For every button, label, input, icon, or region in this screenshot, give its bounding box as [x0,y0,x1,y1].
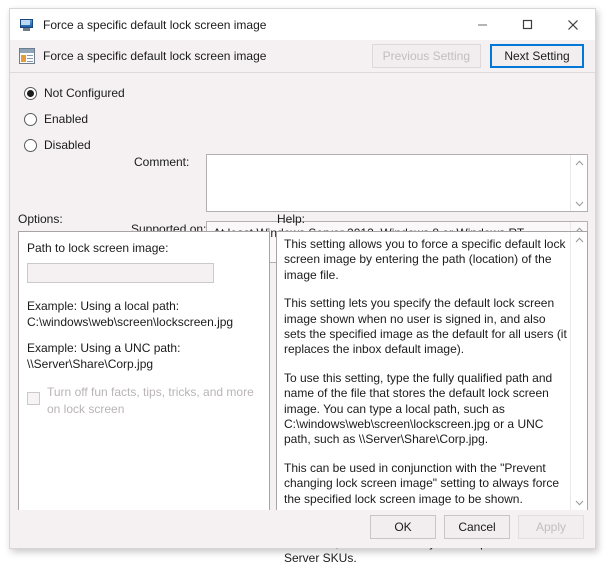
title-bar: Force a specific default lock screen ima… [10,9,595,40]
help-scrollbar[interactable] [570,232,587,510]
turn-off-fun-facts-checkbox[interactable]: Turn off fun facts, tips, tricks, and mo… [27,384,263,418]
help-paragraph: This can be used in conjunction with the… [284,461,567,507]
options-section-label: Options: [18,212,63,226]
radio-enabled[interactable]: Enabled [24,108,125,130]
help-paragraph: To use this setting, type the fully qual… [284,371,567,448]
example-unc-path: Example: Using a UNC path: \\Server\Shar… [27,340,180,372]
checkbox-indicator [27,392,40,405]
dialog-buttons: OK Cancel Apply [370,515,584,539]
radio-label: Enabled [44,112,88,126]
help-paragraph: This setting lets you specify the defaul… [284,296,567,358]
radio-not-configured[interactable]: Not Configured [24,82,125,104]
radio-indicator [24,113,37,126]
monitor-policy-icon [19,17,35,33]
state-and-comment-area: Not Configured Enabled Disabled Comment: [10,73,595,189]
options-panel: Path to lock screen image: Example: Usin… [18,231,270,511]
radio-indicator [24,87,37,100]
policy-state-radio-group: Not Configured Enabled Disabled [24,82,125,160]
radio-label: Disabled [44,138,91,152]
ok-button[interactable]: OK [370,515,436,539]
minimize-icon[interactable] [460,9,505,40]
radio-indicator [24,139,37,152]
scroll-up-icon[interactable] [571,155,587,170]
example-unc-path-value: \\Server\Share\Corp.jpg [27,356,180,372]
example-unc-path-title: Example: Using a UNC path: [27,340,180,356]
apply-button[interactable]: Apply [518,515,584,539]
scroll-down-icon[interactable] [571,495,587,510]
next-setting-button[interactable]: Next Setting [490,44,584,68]
example-local-path-title: Example: Using a local path: [27,298,233,314]
dialog-footer: OK Cancel Apply [10,510,595,548]
comment-scrollbar[interactable] [570,155,587,211]
help-panel[interactable]: This setting allows you to force a speci… [276,231,588,511]
radio-disabled[interactable]: Disabled [24,134,125,156]
path-to-lock-screen-image-input[interactable] [27,263,214,283]
cancel-button[interactable]: Cancel [444,515,510,539]
window-title: Force a specific default lock screen ima… [43,18,266,32]
scroll-down-icon[interactable] [571,196,587,211]
radio-label: Not Configured [44,86,125,100]
example-local-path-value: C:\windows\web\screen\lockscreen.jpg [27,314,233,330]
window-controls [460,9,595,40]
maximize-icon[interactable] [505,9,550,40]
path-to-lock-screen-image-label: Path to lock screen image: [27,241,168,255]
scroll-up-icon[interactable] [571,232,587,247]
setting-header: Force a specific default lock screen ima… [10,40,595,73]
close-icon[interactable] [550,9,595,40]
previous-setting-button[interactable]: Previous Setting [372,44,481,68]
setting-navigation: Previous Setting Next Setting [372,44,584,68]
policy-setting-icon [19,48,35,64]
comment-label: Comment: [134,155,189,169]
setting-title: Force a specific default lock screen ima… [43,49,266,63]
group-policy-setting-dialog: Force a specific default lock screen ima… [9,8,596,549]
comment-textarea[interactable] [206,154,588,212]
help-paragraph: This setting allows you to force a speci… [284,237,567,283]
example-local-path: Example: Using a local path: C:\windows\… [27,298,233,330]
help-section-label: Help: [277,212,305,226]
turn-off-fun-facts-label: Turn off fun facts, tips, tricks, and mo… [47,384,263,418]
